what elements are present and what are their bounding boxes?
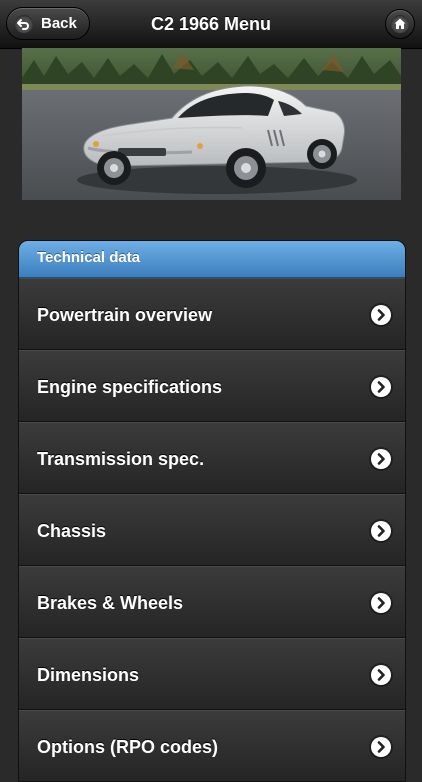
list-item-label: Powertrain overview <box>37 305 213 325</box>
chevron-right-icon <box>371 377 391 397</box>
chevron-right-icon <box>371 737 391 757</box>
home-icon <box>391 15 409 33</box>
home-button[interactable] <box>385 9 415 39</box>
chevron-right-icon <box>371 449 391 469</box>
list-item-label: Transmission spec. <box>37 449 205 469</box>
list-item-label: Engine specifications <box>37 377 223 397</box>
list-item-dimensions[interactable]: Dimensions <box>19 638 405 710</box>
list-item-options-rpo-codes[interactable]: Options (RPO codes) <box>19 710 405 781</box>
chevron-right-icon <box>371 593 391 613</box>
chevron-right-icon <box>371 665 391 685</box>
list-item-label: Options (RPO codes) <box>37 737 219 757</box>
page-title: C2 1966 Menu <box>150 14 272 34</box>
list-item-label: Dimensions <box>37 665 140 685</box>
list-item-chassis[interactable]: Chassis <box>19 494 405 566</box>
header-bar: Back C2 1966 Menu <box>0 0 422 49</box>
list-item-label: Brakes & Wheels <box>37 593 184 613</box>
list-section-header: Technical data <box>19 241 405 278</box>
list-item-transmission-spec[interactable]: Transmission spec. <box>19 422 405 494</box>
chevron-right-icon <box>371 521 391 541</box>
list-item-label: Chassis <box>37 521 107 541</box>
technical-data-list: Technical data Powertrain overview Engin… <box>18 240 406 782</box>
list-item-brakes-wheels[interactable]: Brakes & Wheels <box>19 566 405 638</box>
list-item-powertrain-overview[interactable]: Powertrain overview <box>19 278 405 350</box>
hero-car-image <box>22 48 401 200</box>
chevron-right-icon <box>371 305 391 325</box>
list-item-engine-specifications[interactable]: Engine specifications <box>19 350 405 422</box>
